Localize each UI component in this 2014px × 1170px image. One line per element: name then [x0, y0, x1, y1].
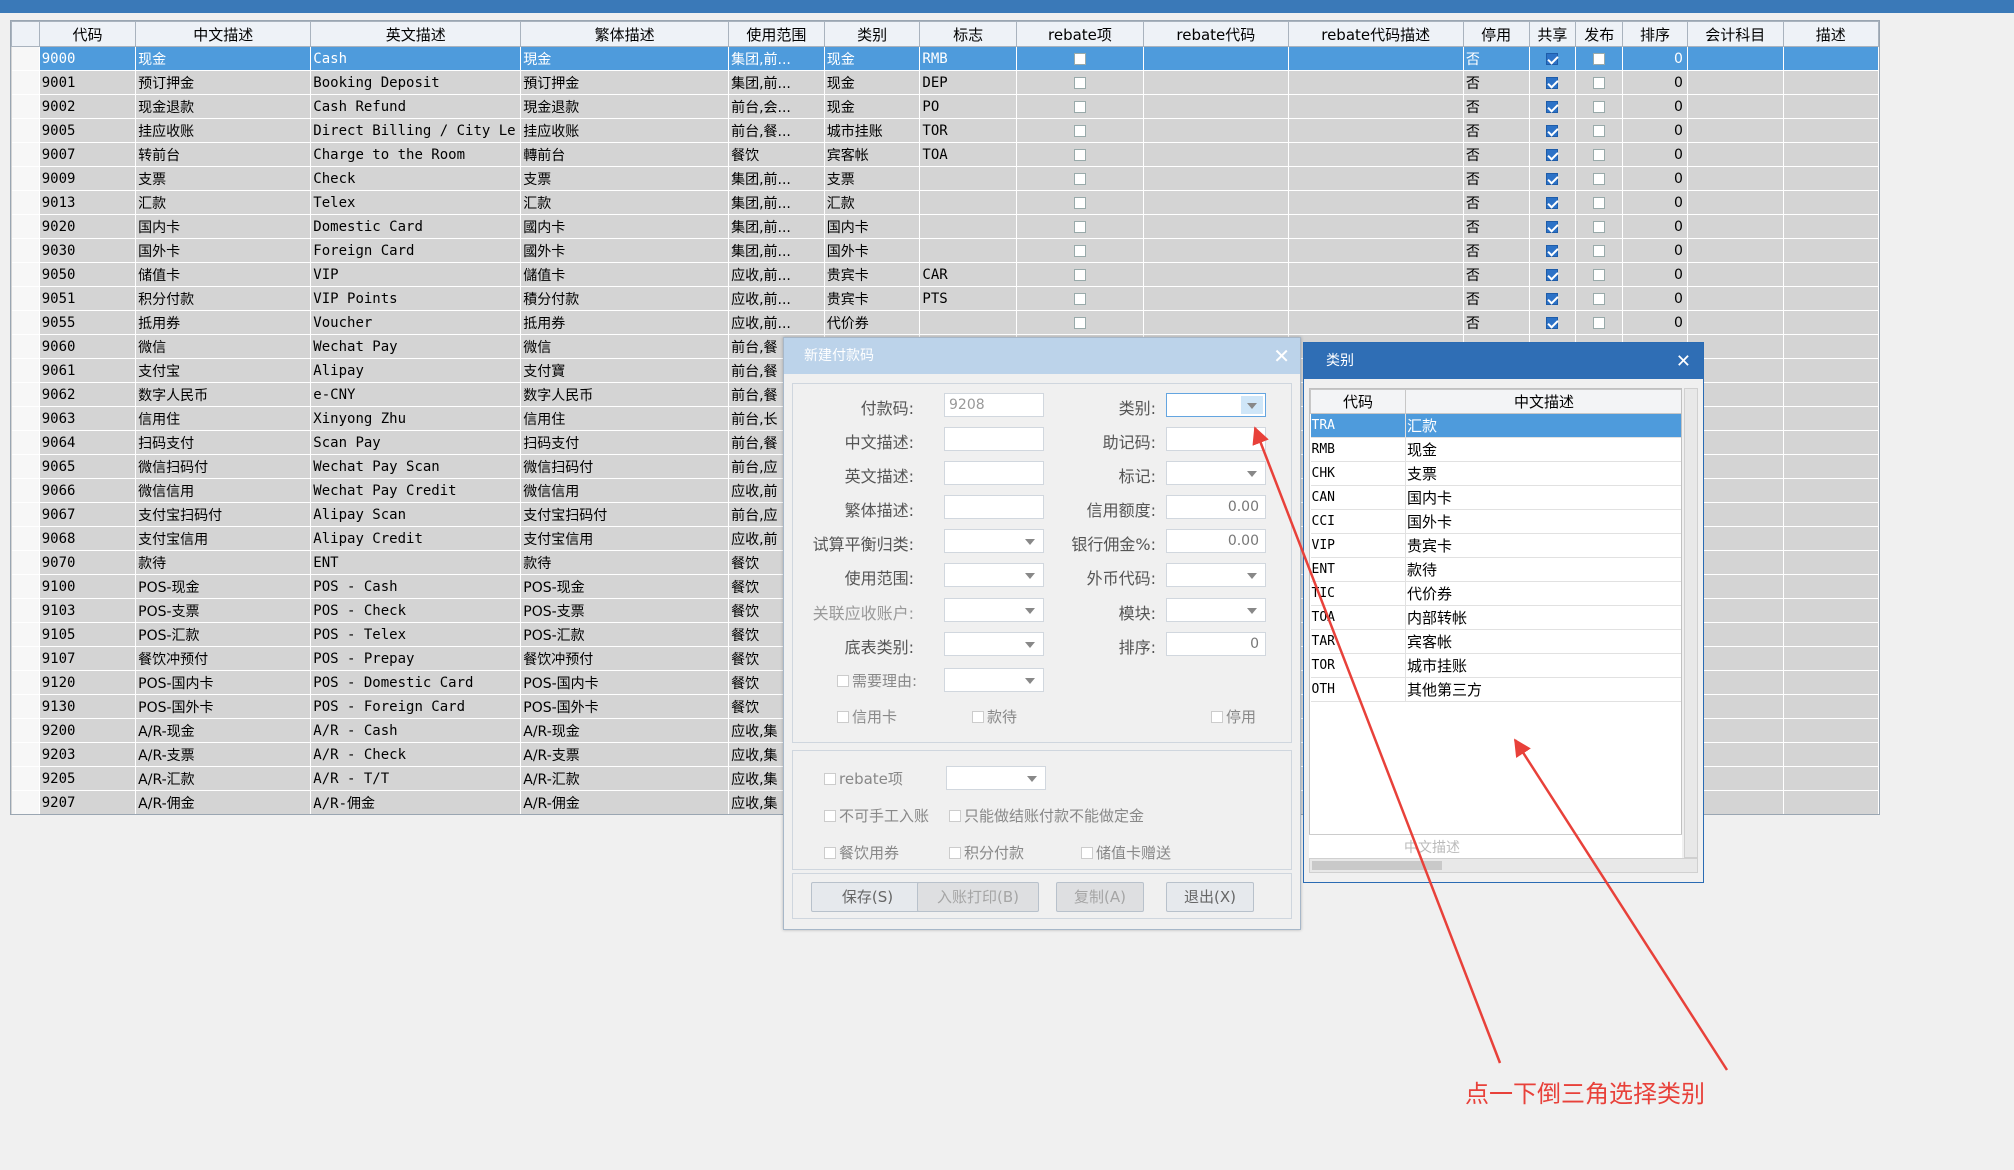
annotation-text: 点一下倒三角选择类别: [1465, 1080, 1705, 1108]
annotation-arrows: [1252, 426, 1729, 1071]
arrow-to-category-list: [1513, 738, 1729, 1071]
arrow-to-dropdown: [1252, 426, 1502, 1064]
